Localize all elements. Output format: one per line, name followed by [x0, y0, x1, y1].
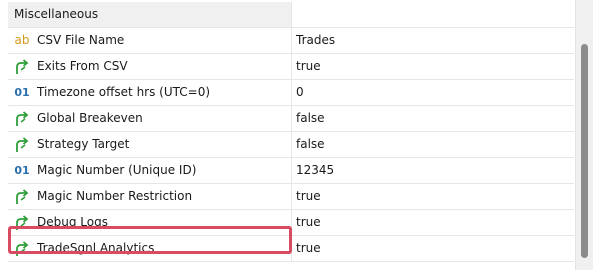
property-value[interactable]: true — [296, 189, 321, 204]
property-name-cell[interactable]: Global Breakeven — [8, 106, 292, 131]
property-value[interactable]: 0 — [296, 85, 304, 100]
property-value-cell[interactable]: true — [292, 236, 574, 261]
group-row-miscellaneous[interactable]: Miscellaneous — [8, 2, 574, 28]
property-value-cell[interactable]: false — [292, 132, 574, 157]
property-name-cell[interactable]: Exits From CSV — [8, 54, 292, 79]
property-row-csv-file-name[interactable]: ab CSV File Name Trades — [8, 28, 574, 54]
group-value-cell — [292, 2, 574, 27]
group-name-cell: Miscellaneous — [8, 2, 292, 27]
property-name-cell[interactable]: Strategy Target — [8, 132, 292, 157]
right-margin — [593, 0, 603, 270]
property-label: Magic Number Restriction — [37, 189, 193, 203]
property-name-cell[interactable]: ab CSV File Name — [8, 28, 292, 53]
property-name-cell[interactable]: Magic Number Restriction — [8, 184, 292, 209]
bool-type-icon — [13, 188, 31, 205]
property-value-cell[interactable]: true — [292, 210, 574, 235]
property-row-magic-number-restriction[interactable]: Magic Number Restriction true — [8, 184, 574, 210]
vertical-scrollbar[interactable] — [575, 0, 593, 270]
scrollbar-thumb[interactable] — [581, 44, 588, 258]
numeric-type-icon: 01 — [14, 86, 30, 99]
property-name-cell[interactable]: TradeSgnl Analytics — [8, 236, 292, 261]
property-value[interactable]: false — [296, 111, 325, 126]
property-row-global-breakeven[interactable]: Global Breakeven false — [8, 106, 574, 132]
property-value[interactable]: false — [296, 137, 325, 152]
property-label: CSV File Name — [37, 33, 125, 47]
property-row-magic-number[interactable]: 01 Magic Number (Unique ID) 12345 — [8, 158, 574, 184]
property-row-tradesgnl-analytics[interactable]: TradeSgnl Analytics true — [8, 236, 574, 262]
bool-type-icon — [13, 58, 31, 75]
property-label: Timezone offset hrs (UTC=0) — [37, 85, 211, 99]
property-label: Exits From CSV — [37, 59, 128, 73]
property-name-cell[interactable]: 01 Timezone offset hrs (UTC=0) — [8, 80, 292, 105]
property-label: Strategy Target — [37, 137, 130, 151]
property-label: Magic Number (Unique ID) — [37, 163, 197, 177]
bool-type-icon — [13, 240, 31, 257]
bool-type-icon — [13, 214, 31, 231]
bool-type-icon — [13, 136, 31, 153]
property-value-cell[interactable]: true — [292, 54, 574, 79]
property-value-cell[interactable]: 0 — [292, 80, 574, 105]
property-row-strategy-target[interactable]: Strategy Target false — [8, 132, 574, 158]
bool-type-icon — [13, 110, 31, 127]
property-name-cell[interactable]: Debug Logs — [8, 210, 292, 235]
property-value[interactable]: true — [296, 59, 321, 74]
property-value-cell[interactable]: Trades — [292, 28, 574, 53]
property-value[interactable]: true — [296, 215, 321, 230]
property-value[interactable]: 12345 — [296, 163, 334, 178]
property-row-timezone-offset[interactable]: 01 Timezone offset hrs (UTC=0) 0 — [8, 80, 574, 106]
numeric-type-icon: 01 — [14, 164, 30, 177]
property-label: Global Breakeven — [37, 111, 143, 125]
properties-grid: Miscellaneous ab CSV File Name Trades Ex… — [8, 2, 574, 262]
property-row-debug-logs[interactable]: Debug Logs true — [8, 210, 574, 236]
property-value-cell[interactable]: 12345 — [292, 158, 574, 183]
property-label: TradeSgnl Analytics — [37, 241, 155, 255]
string-type-icon: ab — [14, 33, 30, 47]
group-label: Miscellaneous — [14, 7, 99, 21]
property-row-exits-from-csv[interactable]: Exits From CSV true — [8, 54, 574, 80]
property-value[interactable]: Trades — [296, 33, 335, 48]
property-value-cell[interactable]: false — [292, 106, 574, 131]
property-name-cell[interactable]: 01 Magic Number (Unique ID) — [8, 158, 292, 183]
property-value-cell[interactable]: true — [292, 184, 574, 209]
property-label: Debug Logs — [37, 215, 108, 229]
property-value[interactable]: true — [296, 241, 321, 256]
